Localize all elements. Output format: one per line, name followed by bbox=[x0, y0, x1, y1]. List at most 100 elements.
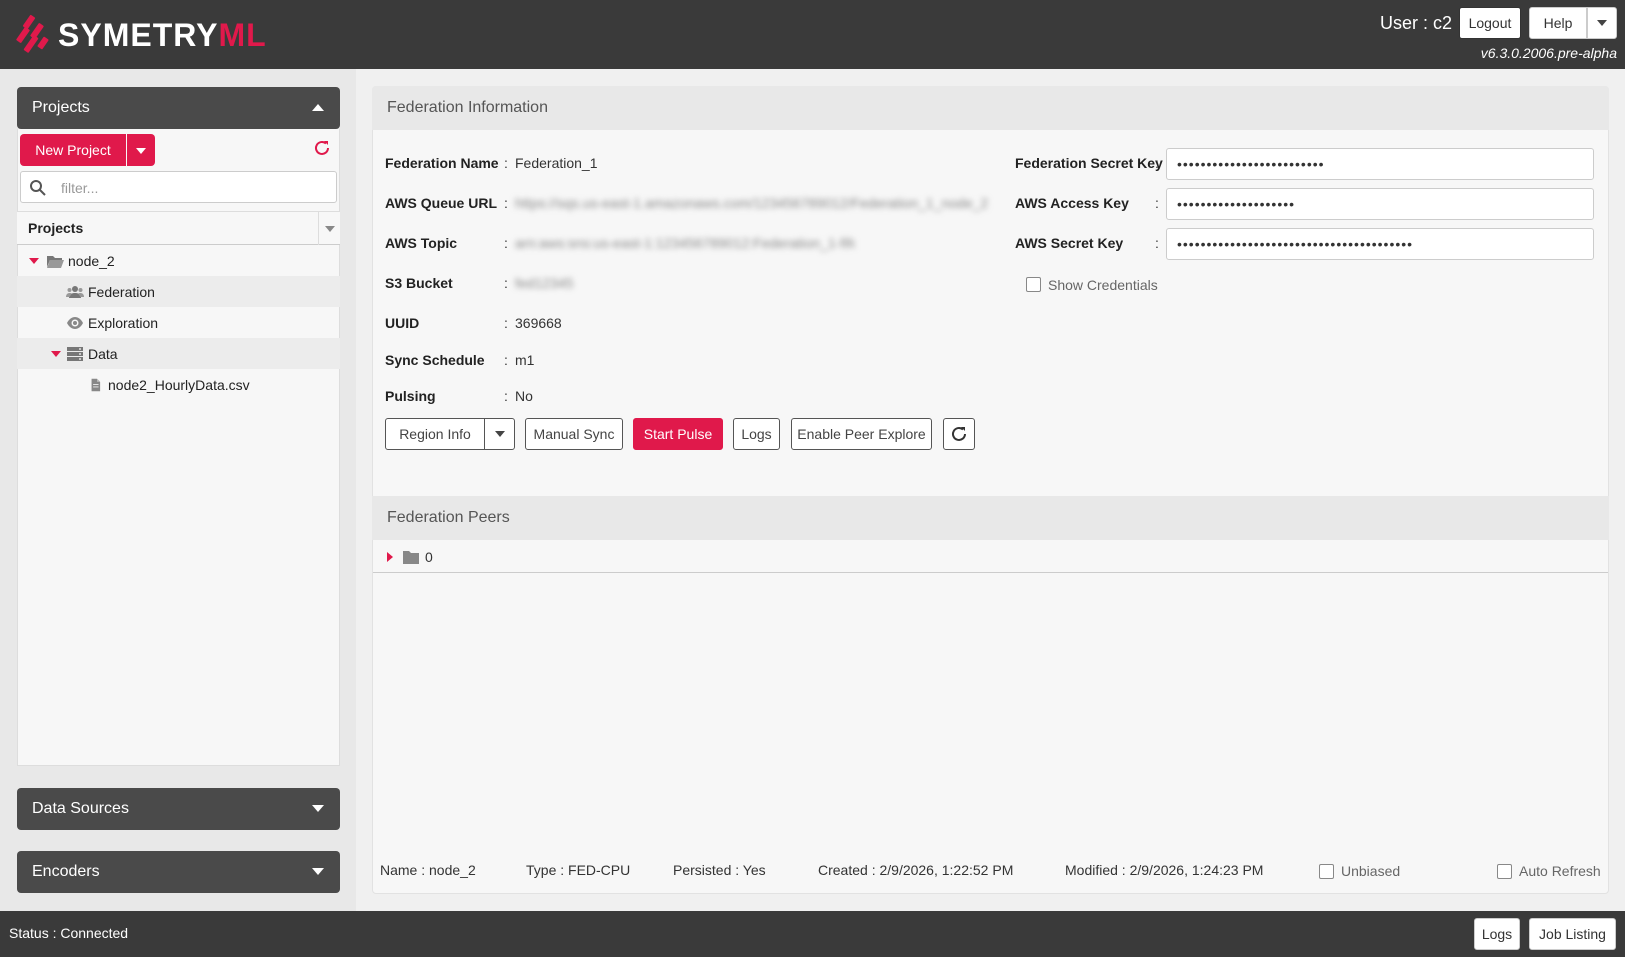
tree-item-label: Federation bbox=[88, 283, 155, 300]
peer-tree-label: 0 bbox=[425, 548, 433, 565]
field-colon: : bbox=[504, 352, 508, 368]
unbiased-checkbox[interactable] bbox=[1319, 864, 1334, 879]
tree-item-federation[interactable]: Federation bbox=[17, 276, 340, 307]
reload-button[interactable] bbox=[943, 418, 975, 450]
help-dropdown-button[interactable] bbox=[1587, 7, 1617, 39]
field-value-uuid: 369668 bbox=[515, 315, 562, 331]
filter-field[interactable] bbox=[20, 171, 337, 203]
footer-type: Type : FED-CPU bbox=[526, 862, 631, 878]
show-credentials-checkbox[interactable] bbox=[1026, 277, 1041, 292]
version-label: v6.3.0.2006.pre-alpha bbox=[1480, 45, 1617, 61]
auto-refresh-label: Auto Refresh bbox=[1519, 863, 1601, 879]
tree-item-label: Data bbox=[88, 345, 118, 362]
enable-peer-explore-button[interactable]: Enable Peer Explore bbox=[791, 418, 932, 450]
projects-panel-title: Projects bbox=[32, 99, 90, 116]
field-colon: : bbox=[1155, 235, 1159, 251]
show-credentials-label: Show Credentials bbox=[1048, 277, 1158, 293]
status-logs-button[interactable]: Logs bbox=[1474, 918, 1520, 950]
field-value-sync-schedule: m1 bbox=[515, 352, 535, 368]
region-info-dropdown-button[interactable] bbox=[484, 418, 515, 450]
field-label-sync-schedule: Sync Schedule bbox=[385, 352, 485, 368]
file-icon bbox=[91, 378, 101, 391]
field-value-federation-name: Federation_1 bbox=[515, 155, 598, 171]
footer-created: Created : 2/9/2026, 1:22:52 PM bbox=[818, 862, 1014, 878]
federation-info-title: Federation Information bbox=[387, 99, 548, 116]
tree-item-node-2[interactable]: node_2 bbox=[17, 245, 340, 276]
users-icon bbox=[66, 285, 84, 298]
start-pulse-button[interactable]: Start Pulse bbox=[633, 418, 723, 450]
peer-tree-row[interactable]: 0 bbox=[373, 541, 1608, 573]
database-icon bbox=[67, 346, 83, 361]
projects-panel-header[interactable]: Projects bbox=[17, 87, 340, 129]
field-colon: : bbox=[504, 388, 508, 404]
filter-input[interactable] bbox=[61, 178, 321, 198]
logo-mark-icon bbox=[16, 14, 49, 53]
auto-refresh-checkbox[interactable] bbox=[1497, 864, 1512, 879]
chevron-down-icon bbox=[312, 805, 324, 812]
logout-button[interactable]: Logout bbox=[1459, 7, 1521, 39]
federation-peers-title: Federation Peers bbox=[387, 509, 510, 526]
aws-secret-key-input[interactable]: •••••••••••••••••••••••••••••••••••••••• bbox=[1166, 228, 1594, 260]
field-colon: : bbox=[504, 315, 508, 331]
field-label-federation-secret-key: Federation Secret Key bbox=[1015, 155, 1163, 171]
encoders-panel-header[interactable]: Encoders bbox=[17, 851, 340, 893]
encoders-title: Encoders bbox=[32, 863, 100, 880]
tree-item-exploration[interactable]: Exploration bbox=[17, 307, 340, 338]
column-menu-icon[interactable] bbox=[318, 212, 340, 245]
search-icon bbox=[30, 180, 46, 196]
logo: SYMETRYML bbox=[16, 13, 267, 57]
tree-item-data[interactable]: Data bbox=[17, 338, 340, 369]
footer-persisted: Persisted : Yes bbox=[673, 862, 766, 878]
federation-secret-key-input[interactable]: ••••••••••••••••••••••••• bbox=[1166, 148, 1594, 180]
chevron-up-icon bbox=[312, 104, 324, 111]
tree-column-header[interactable]: Projects bbox=[17, 211, 340, 245]
expand-triangle-icon[interactable] bbox=[51, 350, 61, 357]
tree-item-file[interactable]: node2_HourlyData.csv bbox=[17, 369, 340, 400]
data-sources-panel-header[interactable]: Data Sources bbox=[17, 788, 340, 830]
field-label-aws-access-key: AWS Access Key bbox=[1015, 195, 1129, 211]
tree-item-label: Exploration bbox=[88, 314, 159, 331]
aws-access-key-input[interactable]: •••••••••••••••••••• bbox=[1166, 188, 1594, 220]
field-label-federation-name: Federation Name bbox=[385, 155, 499, 171]
field-colon: : bbox=[1155, 155, 1159, 171]
new-project-button[interactable]: New Project bbox=[20, 134, 126, 166]
field-colon: : bbox=[504, 275, 508, 291]
field-value-s3-bucket: fed12345 bbox=[515, 275, 574, 291]
folder-icon bbox=[403, 550, 419, 564]
folder-open-icon bbox=[47, 255, 64, 268]
chevron-down-icon bbox=[494, 431, 505, 437]
field-colon: : bbox=[504, 155, 508, 171]
field-label-uuid: UUID bbox=[385, 315, 420, 331]
app-header: SYMETRYML User : c2 Logout Help v6.3.0.2… bbox=[0, 0, 1625, 69]
field-colon: : bbox=[1155, 195, 1159, 211]
tree-column-header-label: Projects bbox=[28, 220, 84, 236]
field-label-aws-topic: AWS Topic bbox=[385, 235, 458, 251]
logs-button[interactable]: Logs bbox=[733, 418, 780, 450]
field-label-pulsing: Pulsing bbox=[385, 388, 436, 404]
expand-triangle-icon[interactable] bbox=[29, 257, 39, 264]
expand-triangle-icon[interactable] bbox=[387, 551, 393, 562]
field-value-aws-topic: arn:aws:sns:us-east-1:123456789012:Feder… bbox=[515, 235, 855, 251]
new-project-dropdown-button[interactable] bbox=[127, 134, 155, 166]
data-sources-title: Data Sources bbox=[32, 800, 129, 817]
unbiased-label: Unbiased bbox=[1341, 863, 1401, 879]
status-bar: Status : Connected bbox=[0, 911, 1625, 957]
region-info-button[interactable]: Region Info bbox=[385, 418, 485, 450]
field-colon: : bbox=[504, 195, 508, 211]
job-listing-button[interactable]: Job Listing bbox=[1529, 918, 1616, 950]
help-button[interactable]: Help bbox=[1529, 7, 1587, 39]
eye-icon bbox=[67, 316, 83, 329]
federation-peers-header: Federation Peers bbox=[372, 496, 1609, 540]
user-label: User : c2 bbox=[1380, 13, 1453, 33]
footer-modified: Modified : 2/9/2026, 1:24:23 PM bbox=[1065, 862, 1264, 878]
tree-item-label: node_2 bbox=[68, 252, 115, 269]
field-value-aws-queue-url: https://sqs.us-east-1.amazonaws.com/1234… bbox=[515, 195, 989, 211]
field-label-aws-queue-url: AWS Queue URL bbox=[385, 195, 498, 211]
logo-text: SYMETRYML bbox=[58, 16, 267, 53]
tree-item-label: node2_HourlyData.csv bbox=[108, 376, 250, 393]
refresh-icon[interactable] bbox=[313, 139, 331, 157]
status-text: Status : Connected bbox=[9, 925, 129, 941]
field-value-pulsing: No bbox=[515, 388, 533, 404]
reload-icon bbox=[952, 426, 966, 441]
manual-sync-button[interactable]: Manual Sync bbox=[525, 418, 623, 450]
